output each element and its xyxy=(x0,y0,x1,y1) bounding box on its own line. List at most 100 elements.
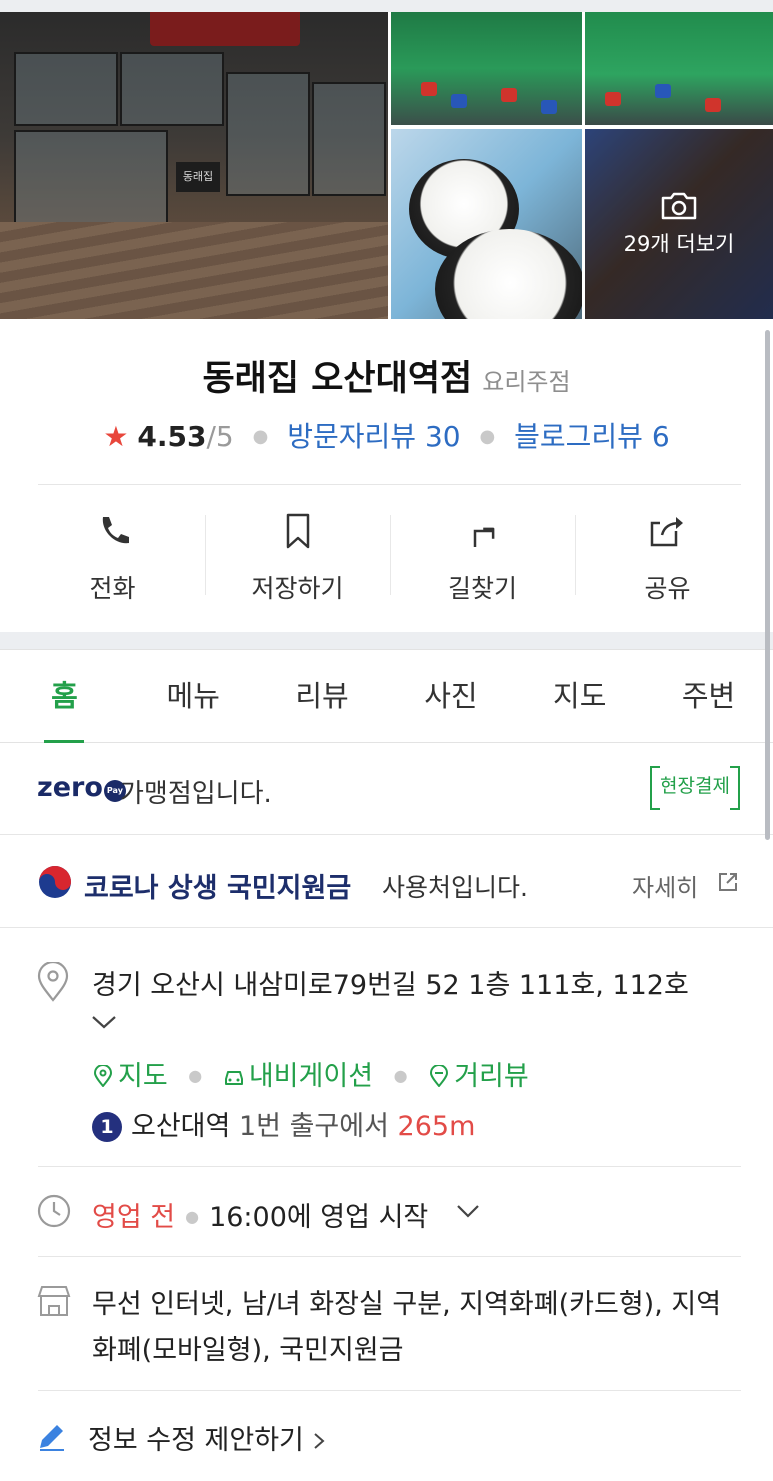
taegeuk-icon xyxy=(39,866,71,898)
navigation-link[interactable]: 내비게이션 xyxy=(223,1061,382,1092)
navigation-link-label: 내비게이션 xyxy=(248,1061,374,1092)
chair xyxy=(451,94,467,108)
door-sign: 동래집 xyxy=(176,162,220,192)
zero-pay-logo-text: zero xyxy=(37,772,103,803)
chair xyxy=(605,92,621,106)
directions-arrow-icon xyxy=(473,527,494,547)
storefront-sign xyxy=(150,12,300,46)
storefront-window xyxy=(226,72,310,196)
section-gap xyxy=(0,632,773,650)
more-photos-label: 29개 더보기 xyxy=(623,232,735,256)
chair xyxy=(541,100,557,114)
zero-pay-row: zero Pay 가맹점입니다. 현장결제 xyxy=(0,742,773,835)
divider xyxy=(38,1256,741,1257)
subway-line-badge: 1 xyxy=(92,1112,122,1142)
chair xyxy=(501,88,517,102)
photo-interior-2[interactable] xyxy=(585,12,773,125)
divider xyxy=(38,484,741,485)
status-strip xyxy=(0,0,773,12)
blog-reviews-link[interactable]: 블로그리뷰 6 xyxy=(514,420,670,453)
camera-icon xyxy=(661,192,697,220)
place-header: 동래집 오산대역점 요리주점 xyxy=(0,350,773,401)
visitor-reviews-link[interactable]: 방문자리뷰 30 xyxy=(287,420,460,453)
tab-review[interactable]: 리뷰 xyxy=(258,650,387,742)
save-button[interactable]: 저장하기 xyxy=(205,505,390,615)
storefront-window xyxy=(14,130,168,234)
rating-row: ★ 4.53/5 ● 방문자리뷰 30 ● 블로그리뷰 6 xyxy=(0,415,773,455)
suggest-edit-link[interactable]: 정보 수정 제안하기 xyxy=(88,1418,326,1457)
share-button[interactable]: 공유 xyxy=(575,505,760,615)
more-photos-overlay[interactable]: 29개 더보기 xyxy=(585,129,773,319)
page-title: 동래집 오산대역점 xyxy=(202,359,473,399)
divider xyxy=(38,1390,741,1391)
amenities-text: 무선 인터넷, 남/녀 화장실 구분, 지역화폐(카드형), 지역화폐(모바일형… xyxy=(92,1289,722,1366)
action-bar: 전화 저장하기 길찾기 공유 xyxy=(20,505,760,615)
address-text: 경기 오산시 내삼미로79번길 52 1층 111호, 112호 xyxy=(92,970,689,1001)
chair xyxy=(421,82,437,96)
separator-dot: ● xyxy=(188,1066,203,1085)
tab-nearby[interactable]: 주변 xyxy=(644,650,773,742)
share-label: 공유 xyxy=(644,574,691,603)
suggest-edit-label: 정보 수정 제안하기 xyxy=(88,1425,304,1456)
photo-food-bowls[interactable] xyxy=(391,129,582,319)
place-category: 요리주점 xyxy=(482,368,571,396)
star-icon: ★ xyxy=(103,420,129,453)
chevron-down-icon[interactable] xyxy=(90,1012,118,1032)
directions-label: 길찾기 xyxy=(447,574,517,603)
directions-button[interactable]: 길찾기 xyxy=(390,505,575,615)
call-label: 전화 xyxy=(89,574,136,603)
phone-icon xyxy=(102,517,129,544)
hours-status: 영업 전 xyxy=(92,1202,176,1233)
photo-gallery: 동래집 29개 더보기 xyxy=(0,12,773,319)
hours-text: 16:00에 영업 시작 xyxy=(209,1202,429,1233)
chair xyxy=(655,84,671,98)
tab-photo[interactable]: 사진 xyxy=(386,650,515,742)
onsite-payment-badge: 현장결제 xyxy=(650,766,740,810)
call-button[interactable]: 전화 xyxy=(20,505,205,615)
photo-food-more[interactable]: 29개 더보기 xyxy=(585,129,773,319)
corona-support-title: 코로나 상생 국민지원금 xyxy=(84,873,352,904)
subway-distance: 265m xyxy=(397,1111,476,1142)
map-link[interactable]: 지도 xyxy=(92,1061,176,1092)
divider xyxy=(38,1166,741,1167)
share-icon xyxy=(650,517,683,547)
street-view-link-label: 거리뷰 xyxy=(454,1061,529,1092)
corona-support-text: 사용처입니다. xyxy=(382,873,528,902)
corona-support-row: 코로나 상생 국민지원금 사용처입니다. 자세히 xyxy=(0,835,773,928)
map-link-label: 지도 xyxy=(118,1061,168,1092)
zero-pay-text: 가맹점입니다. xyxy=(120,779,272,809)
separator-dot: ● xyxy=(185,1207,200,1226)
wooden-deck xyxy=(0,222,388,319)
street-view-link[interactable]: 거리뷰 xyxy=(428,1061,529,1092)
tab-map[interactable]: 지도 xyxy=(515,650,644,742)
subway-station: 오산대역 xyxy=(131,1111,231,1142)
storefront-window xyxy=(120,52,224,126)
map-pin-icon xyxy=(93,1065,113,1087)
car-icon xyxy=(224,1071,243,1085)
storefront-window xyxy=(312,82,386,196)
storefront-window xyxy=(14,52,118,126)
photo-interior-1[interactable] xyxy=(391,12,582,125)
chevron-right-icon xyxy=(314,1433,325,1449)
external-link-icon[interactable] xyxy=(717,871,739,893)
tab-home[interactable]: 홈 xyxy=(0,650,129,743)
rating-max: /5 xyxy=(206,420,234,453)
location-pin-icon xyxy=(37,962,69,1002)
separator-dot: ● xyxy=(252,426,269,447)
chair xyxy=(705,98,721,112)
pencil-icon xyxy=(40,1425,64,1451)
save-label: 저장하기 xyxy=(251,574,344,603)
zero-pay-logo: zero Pay xyxy=(37,772,126,803)
business-hours[interactable]: 영업 전 ● 16:00에 영업 시작 xyxy=(92,1195,428,1234)
clock-icon xyxy=(37,1194,71,1228)
tab-bar: 홈 메뉴 리뷰 사진 지도 주변 xyxy=(0,650,773,743)
rating-score: 4.53 xyxy=(137,420,207,453)
detail-link[interactable]: 자세히 xyxy=(632,868,698,903)
scrollbar[interactable] xyxy=(765,330,770,840)
separator-dot: ● xyxy=(479,426,496,447)
chevron-down-icon[interactable] xyxy=(455,1202,481,1220)
street-view-icon xyxy=(430,1065,449,1087)
separator-dot: ● xyxy=(393,1066,408,1085)
tab-menu[interactable]: 메뉴 xyxy=(129,650,258,742)
photo-main-storefront[interactable]: 동래집 xyxy=(0,12,388,319)
